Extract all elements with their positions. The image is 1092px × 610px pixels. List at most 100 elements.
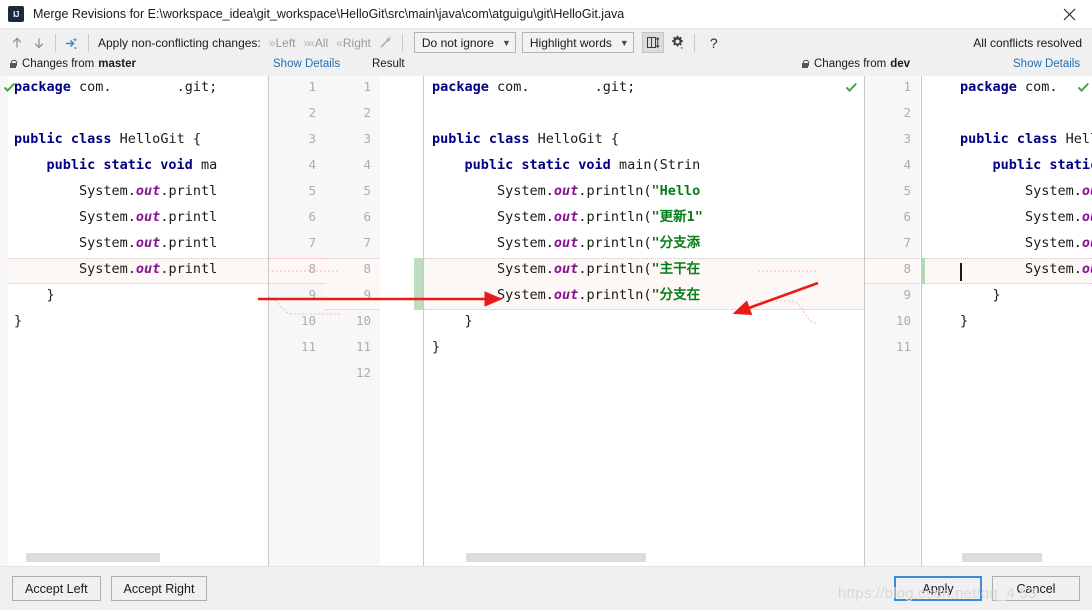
code-token: System. — [14, 235, 136, 251]
apply-all-label: All — [314, 35, 329, 50]
result-merge-pane[interactable]: 1 2 3 4 5 6 7 8 9 10 11 1 2 3 4 5 6 7 8 9 10 11 12 package co… — [268, 76, 864, 566]
chevron-down-icon-2: ▼ — [619, 37, 629, 48]
line-number: 4 — [903, 157, 911, 172]
code-token: .println( — [578, 287, 652, 303]
code-token: } — [14, 287, 55, 303]
code-token: out — [1081, 209, 1092, 225]
ignore-policy-value: Do not ignore — [421, 35, 494, 50]
code-token: .printl — [160, 209, 218, 225]
code-line: System.out.println("Hello — [432, 178, 703, 204]
chevron-down-icon: ▼ — [501, 37, 511, 48]
code-token: out — [135, 235, 161, 251]
ignore-policy-select[interactable]: Do not ignore ▼ — [413, 32, 516, 53]
arrow-down-icon[interactable] — [28, 32, 50, 54]
line-number: 9 — [308, 287, 316, 302]
code-token: System. — [14, 209, 136, 225]
code-token: "分支在 — [651, 287, 701, 303]
code-token: .printl — [160, 261, 218, 277]
dialog-footer: https://blog.csdn.net/qq_4 53 Accept Lef… — [0, 566, 1092, 610]
code-line: public class HelloGit { — [14, 126, 217, 152]
line-number: 10 — [300, 313, 316, 328]
code-token: out — [135, 261, 161, 277]
code-token: .println( — [578, 209, 652, 225]
line-number: 1 — [903, 79, 911, 94]
code-token: } — [432, 313, 473, 329]
code-line: System.out.printl — [14, 256, 217, 282]
accept-left-button[interactable]: Accept Left — [12, 576, 101, 601]
code-token: out — [135, 209, 161, 225]
left-hscrollbar[interactable] — [26, 553, 160, 562]
left-header-prefix: Changes from — [22, 58, 95, 70]
code-token: public class — [960, 131, 1058, 147]
code-line: public class HelloGit { — [432, 126, 703, 152]
line-number: 7 — [363, 235, 371, 250]
center-code-border — [423, 76, 424, 566]
code-line: public class HelloGit — [960, 126, 1092, 152]
master-revision-pane[interactable]: package com. .git; public class HelloGit… — [0, 76, 268, 566]
line-number: 2 — [903, 105, 911, 120]
right-connector-gutter — [0, 76, 8, 566]
code-token: out — [553, 183, 579, 199]
pane-headers: Changes from master Show Details Result … — [0, 56, 1092, 76]
code-line: System.out.pri — [960, 204, 1092, 230]
left-code-text: package com. .git; public class HelloGit… — [14, 76, 217, 334]
code-token: com. .git; — [488, 79, 636, 95]
line-number: 6 — [363, 209, 371, 224]
code-token: public static void — [464, 157, 611, 173]
code-token: .println( — [578, 183, 652, 199]
line-number: 11 — [895, 339, 911, 354]
apply-right-button[interactable]: « Right — [336, 36, 371, 50]
code-token: System. — [960, 261, 1082, 277]
center-code-text: package com. .git; public class HelloGit… — [432, 76, 703, 360]
magic-wand-icon[interactable] — [375, 32, 397, 54]
close-icon[interactable] — [1046, 0, 1092, 29]
code-token: out — [553, 235, 579, 251]
line-number: 11 — [300, 339, 316, 354]
right-code-border — [921, 76, 922, 566]
line-number: 10 — [895, 313, 911, 328]
code-line: System.out.printl — [14, 230, 217, 256]
right-show-details-link[interactable]: Show Details — [1013, 58, 1080, 70]
right-hscrollbar[interactable] — [962, 553, 1042, 562]
merge-toolbar: Apply non-conflicting changes: » Left »«… — [0, 29, 1092, 56]
conflict-status-label: All conflicts resolved — [973, 35, 1082, 50]
code-token: "更新1" — [651, 209, 703, 225]
result-header-label: Result — [372, 58, 405, 70]
highlight-policy-value: Highlight words — [529, 35, 612, 50]
line-number: 3 — [903, 131, 911, 146]
gear-icon[interactable] — [667, 32, 689, 53]
code-token: HelloGit { — [529, 131, 619, 147]
code-token: "主干在 — [651, 261, 701, 277]
accept-right-button[interactable]: Accept Right — [110, 576, 208, 601]
center-hscrollbar[interactable] — [466, 553, 646, 562]
code-line: System.out.pri — [960, 230, 1092, 256]
left-header-branch: master — [98, 58, 136, 70]
code-token: public class — [14, 131, 112, 147]
arrow-up-icon[interactable] — [6, 32, 28, 54]
center-left-border — [268, 76, 269, 566]
collapse-unchanged-icon[interactable] — [641, 32, 664, 53]
code-token: out — [1081, 183, 1092, 199]
line-number: 12 — [355, 365, 371, 380]
apply-all-button[interactable]: »« All — [303, 36, 328, 50]
title-bar: Merge Revisions for E:\workspace_idea\gi… — [0, 0, 1092, 29]
line-number: 11 — [355, 339, 371, 354]
center-merge-green-marker — [414, 258, 423, 310]
code-line: System.out.println("分支添 — [432, 230, 703, 256]
help-icon[interactable]: ? — [706, 35, 722, 51]
line-number: 9 — [363, 287, 371, 302]
code-line: System.out.pri — [960, 178, 1092, 204]
code-token: System. — [432, 235, 554, 251]
magic-resolve-icon[interactable] — [61, 32, 83, 54]
dev-revision-pane[interactable]: 1 2 3 4 5 6 7 8 9 10 11 package com. .gi public cl… — [864, 76, 1092, 566]
apply-left-button[interactable]: » Left — [269, 36, 296, 50]
code-token: "分支添 — [651, 235, 701, 251]
line-number: 9 — [903, 287, 911, 302]
code-token: System. — [960, 183, 1082, 199]
center-resolved-check-icon — [845, 81, 858, 99]
left-show-details-link[interactable]: Show Details — [273, 58, 340, 70]
highlight-policy-select[interactable]: Highlight words ▼ — [521, 32, 634, 53]
code-token: System. — [432, 209, 554, 225]
